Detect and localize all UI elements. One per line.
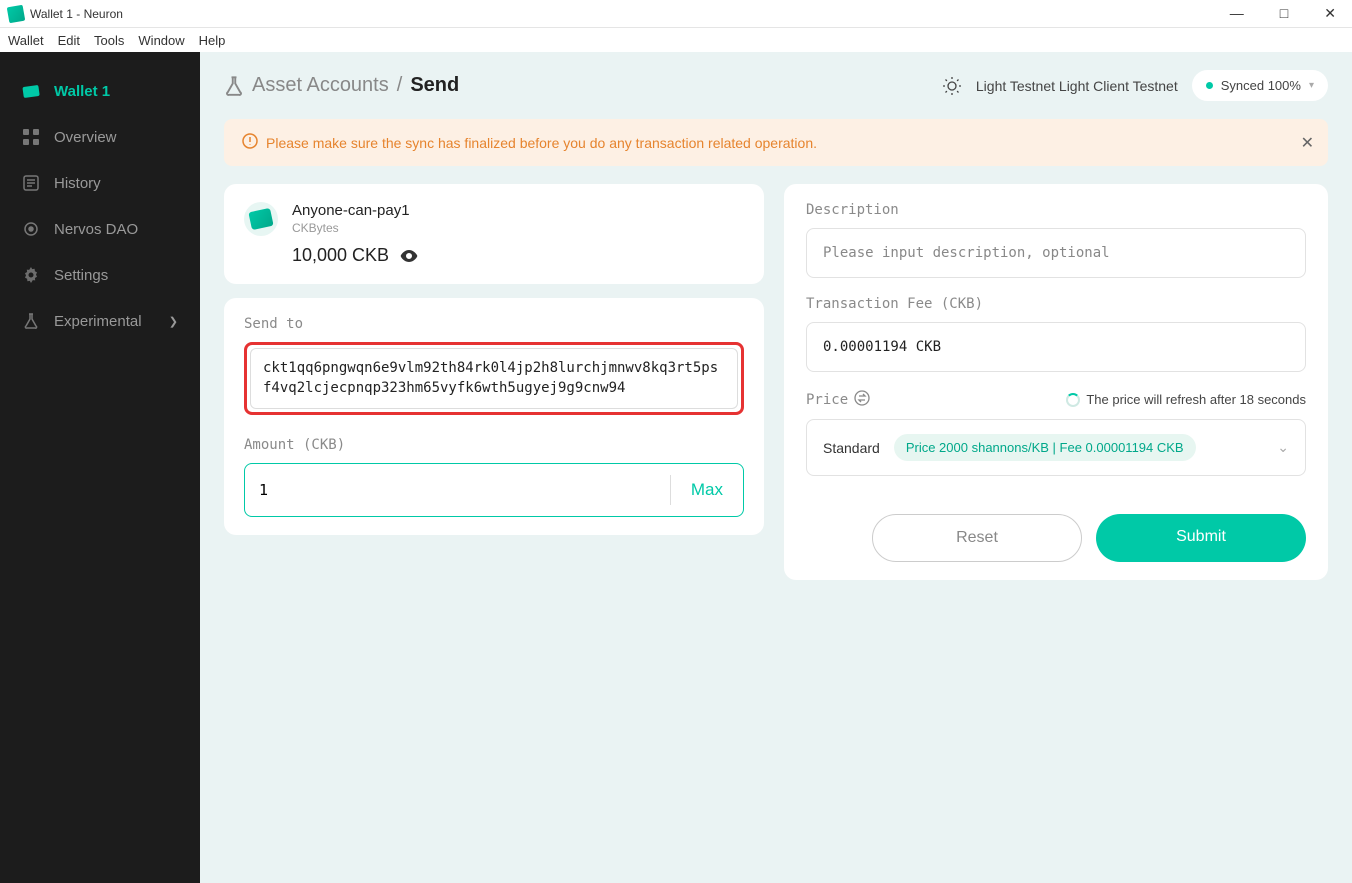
window-controls: — □ ✕	[1222, 5, 1344, 22]
footer-actions: Reset Submit	[806, 494, 1306, 562]
chevron-down-icon: ▾	[1309, 80, 1314, 91]
fee-label: Transaction Fee (CKB)	[806, 296, 1306, 312]
minimize-button[interactable]: —	[1222, 5, 1252, 22]
window-title: Wallet 1 - Neuron	[30, 7, 123, 21]
sidebar-item-settings[interactable]: Settings	[0, 252, 200, 298]
description-label: Description	[806, 202, 1306, 218]
banner-text: Please make sure the sync has finalized …	[266, 135, 817, 151]
network-label[interactable]: Light Testnet Light Client Testnet	[976, 78, 1178, 94]
reset-button[interactable]: Reset	[872, 514, 1082, 562]
amount-input[interactable]	[259, 481, 670, 499]
menu-help[interactable]: Help	[199, 33, 226, 48]
menu-tools[interactable]: Tools	[94, 33, 124, 48]
sidebar-item-overview[interactable]: Overview	[0, 114, 200, 160]
description-input[interactable]: Please input description, optional	[806, 228, 1306, 278]
header-row: Asset Accounts / Send Light Testnet Ligh…	[224, 70, 1328, 101]
amount-label: Amount (CKB)	[244, 437, 744, 453]
flask-icon	[22, 312, 40, 330]
flask-icon	[224, 76, 244, 96]
spinner-icon	[1066, 393, 1080, 407]
sync-status-text: Synced 100%	[1221, 78, 1301, 93]
sidebar-item-label: Settings	[54, 267, 108, 284]
sidebar-item-label: Experimental	[54, 313, 142, 330]
breadcrumb-parent[interactable]: Asset Accounts	[252, 74, 389, 97]
info-icon	[242, 133, 258, 152]
send-card: Send to ckt1qq6pngwqn6e9vlm92th84rk0l4jp…	[224, 298, 764, 535]
chevron-right-icon: ❯	[169, 315, 178, 328]
maximize-button[interactable]: □	[1272, 5, 1296, 22]
warning-banner: Please make sure the sync has finalized …	[224, 119, 1328, 166]
breadcrumb: Asset Accounts / Send	[224, 74, 459, 97]
sync-status-pill[interactable]: Synced 100% ▾	[1192, 70, 1328, 101]
sidebar-item-nervos-dao[interactable]: Nervos DAO	[0, 206, 200, 252]
gear-icon	[22, 266, 40, 284]
account-balance: 10,000 CKB	[292, 245, 389, 266]
sidebar-item-wallet[interactable]: Wallet 1	[0, 68, 200, 114]
price-refresh-text: The price will refresh after 18 seconds	[1086, 392, 1306, 407]
sun-icon[interactable]	[942, 76, 962, 96]
price-refresh-info: The price will refresh after 18 seconds	[1066, 392, 1306, 407]
send-to-input[interactable]: ckt1qq6pngwqn6e9vlm92th84rk0l4jp2h8lurch…	[250, 348, 738, 409]
sidebar-item-label: Wallet 1	[54, 83, 110, 100]
menu-window[interactable]: Window	[138, 33, 184, 48]
sidebar-item-label: History	[54, 175, 101, 192]
breadcrumb-current: Send	[410, 74, 459, 97]
status-dot-icon	[1206, 82, 1213, 89]
fee-value: 0.00001194 CKB	[806, 322, 1306, 372]
submit-button[interactable]: Submit	[1096, 514, 1306, 562]
close-button[interactable]: ✕	[1316, 5, 1344, 22]
dao-icon	[22, 220, 40, 238]
wallet-icon	[22, 82, 40, 100]
price-label: Price	[806, 392, 848, 408]
price-detail-badge: Price 2000 shannons/KB | Fee 0.00001194 …	[894, 434, 1196, 461]
account-icon	[244, 202, 278, 236]
menu-wallet[interactable]: Wallet	[8, 33, 44, 48]
sidebar-item-label: Overview	[54, 129, 117, 146]
breadcrumb-sep: /	[397, 74, 403, 97]
sidebar-item-experimental[interactable]: Experimental ❯	[0, 298, 200, 344]
grid-icon	[22, 128, 40, 146]
amount-input-wrap: Max	[244, 463, 744, 517]
send-to-label: Send to	[244, 316, 744, 332]
sidebar-item-history[interactable]: History	[0, 160, 200, 206]
max-button[interactable]: Max	[670, 475, 743, 505]
menubar: Wallet Edit Tools Window Help	[0, 28, 1352, 52]
banner-close-button[interactable]: ✕	[1301, 133, 1314, 153]
send-to-input-highlight: ckt1qq6pngwqn6e9vlm92th84rk0l4jp2h8lurch…	[244, 342, 744, 415]
account-card: Anyone-can-pay1 CKBytes 10,000 CKB	[224, 184, 764, 284]
account-token: CKBytes	[292, 221, 419, 235]
eye-icon[interactable]	[399, 246, 419, 266]
price-selected: Standard	[823, 440, 880, 456]
price-select[interactable]: Standard Price 2000 shannons/KB | Fee 0.…	[806, 419, 1306, 476]
menu-edit[interactable]: Edit	[58, 33, 80, 48]
sidebar-item-label: Nervos DAO	[54, 221, 138, 238]
chevron-down-icon: ⌄	[1277, 439, 1289, 456]
right-panel: Description Please input description, op…	[784, 184, 1328, 580]
sidebar: Wallet 1 Overview History Nervos DAO Set…	[0, 52, 200, 883]
history-icon	[22, 174, 40, 192]
app-icon	[7, 4, 26, 23]
titlebar: Wallet 1 - Neuron — □ ✕	[0, 0, 1352, 28]
account-name: Anyone-can-pay1	[292, 202, 419, 219]
swap-icon[interactable]	[854, 390, 870, 409]
content-area: Asset Accounts / Send Light Testnet Ligh…	[200, 52, 1352, 883]
